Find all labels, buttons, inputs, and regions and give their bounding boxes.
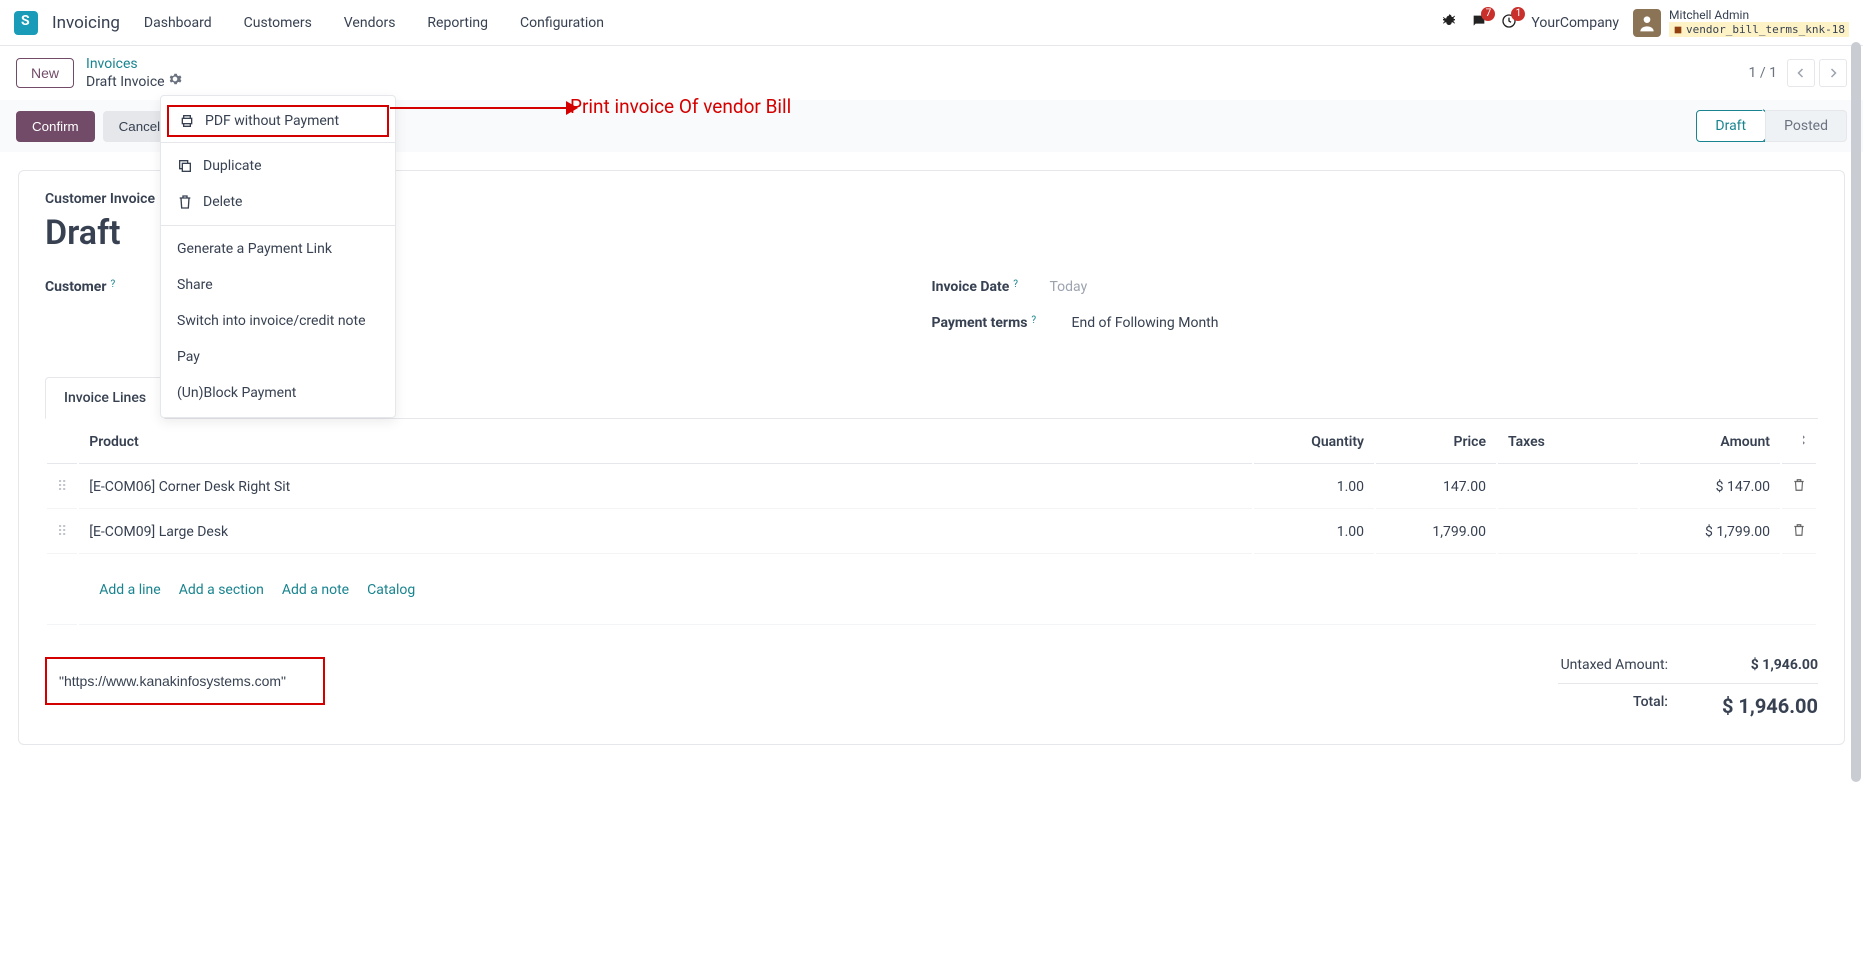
cell-taxes[interactable] (1498, 511, 1638, 554)
cell-price[interactable]: 147.00 (1376, 466, 1496, 509)
app-logo[interactable] (14, 11, 38, 35)
annotation-text: Print invoice Of vendor Bill (570, 95, 791, 118)
status-posted[interactable]: Posted (1765, 110, 1847, 142)
cell-taxes[interactable] (1498, 466, 1638, 509)
menu-pdf-without-payment[interactable]: PDF without Payment (167, 105, 389, 137)
pager-text: 1 / 1 (1749, 65, 1777, 81)
annotation-arrow (390, 107, 570, 109)
activities-badge: 1 (1511, 7, 1525, 21)
cell-product[interactable]: [E-COM06] Corner Desk Right Sit (79, 466, 1252, 509)
top-navbar: Invoicing Dashboard Customers Vendors Re… (0, 0, 1863, 46)
drag-handle-icon[interactable]: ⠿ (47, 466, 77, 509)
col-taxes[interactable]: Taxes (1498, 421, 1638, 464)
add-line[interactable]: Add a line (99, 582, 160, 598)
cell-qty[interactable]: 1.00 (1254, 466, 1374, 509)
gear-icon[interactable] (168, 74, 182, 90)
menu-pay[interactable]: Pay (161, 339, 395, 375)
studio-tag: vendor_bill_terms_knk-18 (1669, 22, 1849, 37)
col-amount[interactable]: Amount (1640, 421, 1780, 464)
cell-price[interactable]: 1,799.00 (1376, 511, 1496, 554)
scrollbar-thumb[interactable] (1851, 42, 1861, 782)
scrollbar[interactable] (1851, 0, 1861, 959)
breadcrumb-current: Draft Invoice (86, 74, 165, 90)
menu-delete[interactable]: Delete (161, 184, 395, 220)
col-product[interactable]: Product (79, 421, 1252, 464)
terms-box[interactable]: "https://www.kanakinfosystems.com" (45, 657, 325, 705)
untaxed-value: $ 1,946.00 (1708, 657, 1818, 673)
app-name[interactable]: Invoicing (52, 13, 120, 33)
value-invoice-date[interactable]: Today (1050, 279, 1088, 295)
table-row[interactable]: ⠿ [E-COM06] Corner Desk Right Sit 1.00 1… (47, 466, 1816, 509)
col-price[interactable]: Price (1376, 421, 1496, 464)
label-payment-terms: Payment terms (932, 315, 1028, 331)
nav-links: Dashboard Customers Vendors Reporting Co… (144, 15, 604, 31)
menu-share[interactable]: Share (161, 267, 395, 303)
breadcrumb-parent[interactable]: Invoices (86, 56, 138, 72)
menu-duplicate[interactable]: Duplicate (161, 148, 395, 184)
totals: Untaxed Amount: $ 1,946.00 Total: $ 1,94… (1558, 657, 1818, 718)
invoice-lines-table: Product Quantity Price Taxes Amount ⠿ [E… (45, 419, 1818, 627)
add-note[interactable]: Add a note (282, 582, 349, 598)
status-bar: Draft Posted (1696, 110, 1847, 142)
delete-row-icon[interactable] (1782, 466, 1816, 509)
nav-configuration[interactable]: Configuration (520, 15, 604, 31)
untaxed-label: Untaxed Amount: (1561, 657, 1668, 673)
messages-badge: 7 (1481, 7, 1495, 21)
tab-invoice-lines[interactable]: Invoice Lines (45, 377, 165, 419)
total-value: $ 1,946.00 (1708, 694, 1818, 718)
help-icon[interactable]: ? (1031, 315, 1036, 326)
menu-payment-link[interactable]: Generate a Payment Link (161, 231, 395, 267)
confirm-button[interactable]: Confirm (16, 111, 95, 142)
table-row[interactable]: ⠿ [E-COM09] Large Desk 1.00 1,799.00 $ 1… (47, 511, 1816, 554)
value-payment-terms[interactable]: End of Following Month (1072, 315, 1219, 331)
breadcrumb-bar: New Invoices Draft Invoice 1 / 1 (0, 46, 1863, 100)
total-label: Total: (1633, 694, 1668, 718)
menu-switch[interactable]: Switch into invoice/credit note (161, 303, 395, 339)
user-name: Mitchell Admin (1669, 8, 1849, 22)
col-quantity[interactable]: Quantity (1254, 421, 1374, 464)
status-draft[interactable]: Draft (1696, 110, 1765, 142)
cell-qty[interactable]: 1.00 (1254, 511, 1374, 554)
nav-vendors[interactable]: Vendors (344, 15, 396, 31)
cell-product[interactable]: [E-COM09] Large Desk (79, 511, 1252, 554)
breadcrumb: Invoices Draft Invoice (86, 56, 182, 90)
nav-customers[interactable]: Customers (244, 15, 312, 31)
activities-icon[interactable]: 1 (1501, 13, 1517, 33)
drag-handle-icon[interactable]: ⠿ (47, 511, 77, 554)
label-invoice-date: Invoice Date (932, 279, 1010, 295)
company-selector[interactable]: YourCompany (1531, 15, 1619, 31)
catalog[interactable]: Catalog (367, 582, 415, 598)
messages-icon[interactable]: 7 (1471, 13, 1487, 33)
menu-block-payment[interactable]: (Un)Block Payment (161, 375, 395, 411)
label-customer: Customer (45, 279, 106, 295)
pager-prev[interactable] (1787, 59, 1815, 87)
help-icon[interactable]: ? (110, 279, 115, 290)
gear-dropdown: PDF without Payment Duplicate Delete Gen… (160, 95, 396, 418)
nav-dashboard[interactable]: Dashboard (144, 15, 212, 31)
add-section[interactable]: Add a section (179, 582, 264, 598)
delete-row-icon[interactable] (1782, 511, 1816, 554)
columns-config-icon[interactable] (1782, 421, 1816, 464)
bug-icon[interactable] (1441, 13, 1457, 33)
cell-amount: $ 147.00 (1640, 466, 1780, 509)
new-button[interactable]: New (16, 58, 74, 88)
help-icon[interactable]: ? (1013, 279, 1018, 290)
user-menu[interactable]: Mitchell Admin vendor_bill_terms_knk-18 (1633, 8, 1849, 38)
pager-next[interactable] (1819, 59, 1847, 87)
avatar (1633, 9, 1661, 37)
cell-amount: $ 1,799.00 (1640, 511, 1780, 554)
nav-reporting[interactable]: Reporting (427, 15, 488, 31)
